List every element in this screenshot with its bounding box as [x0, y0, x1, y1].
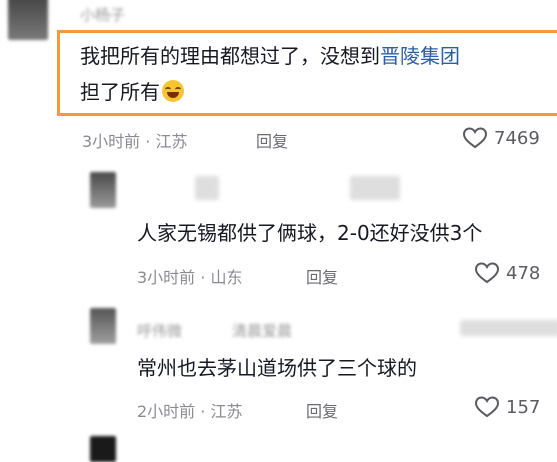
- reply-button[interactable]: 回复: [306, 398, 338, 422]
- laughing-crying-emoji-icon: [162, 80, 184, 102]
- heart-outline-icon: [462, 127, 488, 149]
- comment-location: 江苏: [210, 402, 243, 421]
- comment-username[interactable]: 小杨子: [80, 4, 125, 25]
- comment-text: 人家无锡都供了俩球，2-0还好没供3个: [137, 221, 483, 245]
- comment-text: 常州也去茅山道场供了三个球的: [137, 356, 417, 380]
- avatar[interactable]: [90, 172, 116, 208]
- comment-location: 江苏: [155, 132, 188, 151]
- blurred-text: [460, 320, 557, 336]
- like-count: 157: [506, 396, 541, 418]
- avatar[interactable]: [90, 308, 116, 344]
- comment-username[interactable]: 呼伟微: [137, 320, 182, 341]
- heart-outline-icon: [474, 262, 500, 284]
- comment-text-line-1: 我把所有的理由都想过了，没想到晋陵集团: [80, 44, 460, 68]
- avatar[interactable]: [90, 436, 116, 462]
- comment-time: 2小时前: [137, 402, 196, 421]
- reply-button[interactable]: 回复: [306, 264, 338, 288]
- avatar[interactable]: [8, 0, 48, 40]
- blurred-username: [350, 176, 400, 200]
- like-button[interactable]: 478: [474, 261, 540, 285]
- like-button[interactable]: 157: [474, 395, 540, 419]
- like-button[interactable]: 7469: [462, 126, 540, 150]
- company-link[interactable]: 晋陵集团: [380, 44, 460, 68]
- reply-button[interactable]: 回复: [256, 128, 288, 152]
- reply-to-username[interactable]: 清晨爱晨: [232, 320, 292, 341]
- comment-time: 3小时前: [137, 268, 196, 287]
- comment-text-line-2: 担了所有: [80, 76, 184, 108]
- blurred-username: [195, 176, 219, 200]
- comment-meta: 3小时前 · 江苏: [82, 132, 188, 151]
- like-count: 478: [506, 262, 541, 284]
- heart-outline-icon: [474, 396, 500, 418]
- comment-location: 山东: [210, 268, 243, 287]
- comment-meta: 2小时前 · 江苏: [137, 402, 243, 421]
- comment-time: 3小时前: [82, 132, 141, 151]
- like-count: 7469: [494, 127, 540, 149]
- comment-meta: 3小时前 · 山东: [137, 268, 243, 287]
